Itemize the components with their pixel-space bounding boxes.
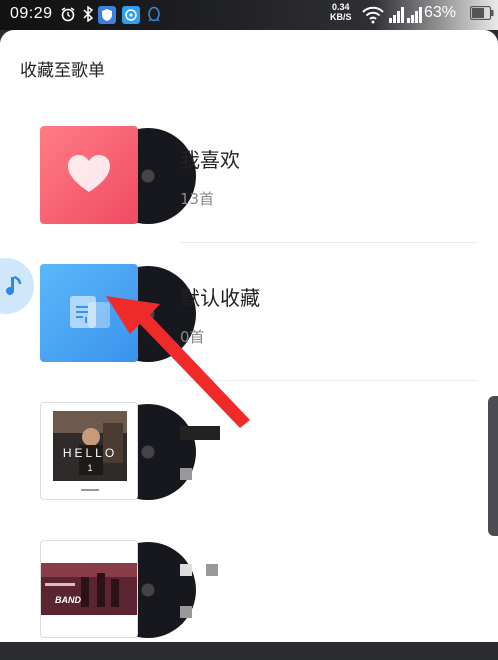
svg-text:HELLO: HELLO xyxy=(63,446,117,460)
redacted-playlist-name-part xyxy=(180,564,192,576)
status-bar: 09:29 0.34 KB/S 63% xyxy=(0,0,498,30)
svg-text:1: 1 xyxy=(87,463,92,473)
playlist-item-favorites[interactable]: 我喜欢 13首 xyxy=(0,126,498,246)
playlist-name: 我喜欢 xyxy=(180,148,240,172)
scroll-handle[interactable] xyxy=(488,396,498,536)
album-art-hello: HELLO 1 xyxy=(40,402,138,500)
playlist-cover xyxy=(40,126,196,224)
qq-icon xyxy=(146,6,162,28)
battery-percent: 63% xyxy=(424,4,457,21)
net-speed-unit: KB/S xyxy=(330,12,352,22)
net-speed: 0.34 KB/S xyxy=(330,2,352,22)
divider xyxy=(180,380,478,381)
signal-2-icon xyxy=(406,6,422,28)
bluetooth-icon xyxy=(82,5,94,26)
heart-icon xyxy=(68,155,110,192)
playlist-count: 13首 xyxy=(180,190,215,208)
music-note-icon xyxy=(6,275,22,295)
signal-1-icon xyxy=(388,6,404,28)
playlist-cover: HELLO 1 xyxy=(40,402,196,500)
redacted-playlist-count xyxy=(180,468,192,480)
playlist-count: 0首 xyxy=(180,328,205,346)
playlist-item-4[interactable]: BAND xyxy=(0,540,498,660)
playlist-item-3[interactable]: HELLO 1 xyxy=(0,402,498,522)
playlist-item-default[interactable]: 默认收藏 0首 xyxy=(0,264,498,384)
add-to-playlist-sheet: 收藏至歌单 我喜欢 13首 默认收藏 0首 HELLO 1 BAND xyxy=(0,30,498,642)
battery-icon xyxy=(469,5,494,24)
wifi-icon xyxy=(362,6,384,28)
svg-text:BAND: BAND xyxy=(55,595,81,605)
playlist-name: 默认收藏 xyxy=(180,286,260,310)
heart-cover xyxy=(40,126,138,224)
alarm-icon xyxy=(60,6,76,26)
net-speed-value: 0.34 xyxy=(331,2,350,12)
music-app-icon xyxy=(122,6,140,28)
playlist-cover xyxy=(40,264,196,362)
music-folder-cover xyxy=(40,264,138,362)
music-file-icon xyxy=(70,296,110,328)
album-art-concert: BAND xyxy=(40,540,138,638)
status-time: 09:29 xyxy=(10,5,53,22)
sheet-title: 收藏至歌单 xyxy=(20,61,105,81)
redacted-playlist-name xyxy=(180,426,220,440)
shield-app-icon xyxy=(98,6,116,28)
redacted-playlist-name-part xyxy=(206,564,218,576)
divider xyxy=(180,242,478,243)
playlist-cover: BAND xyxy=(40,540,196,638)
redacted-playlist-count xyxy=(180,606,192,618)
